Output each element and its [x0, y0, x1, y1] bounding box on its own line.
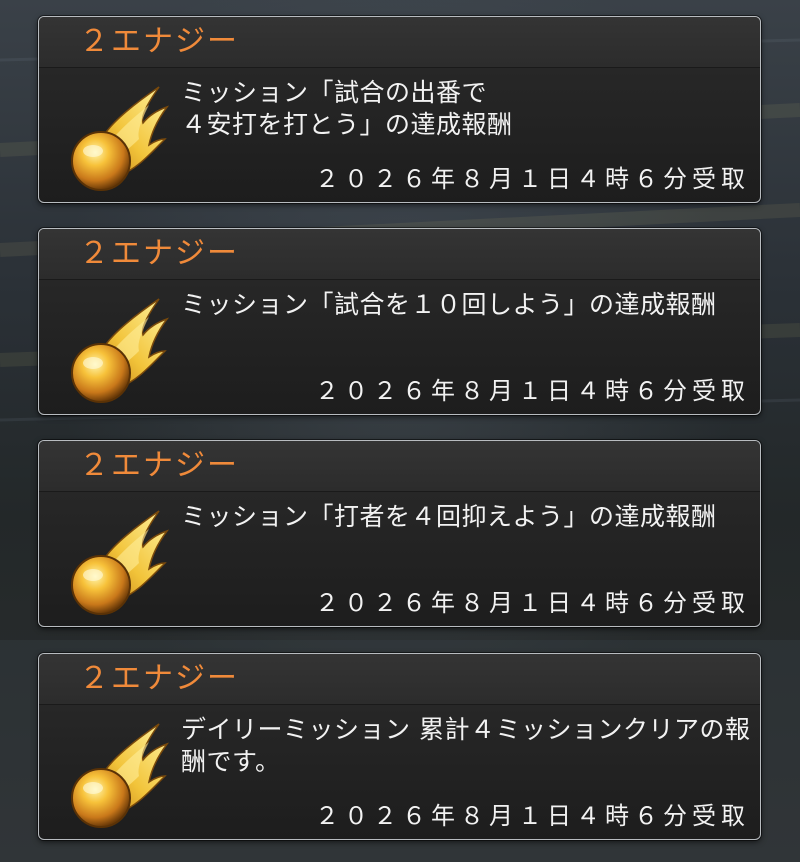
reward-card-header: ２エナジー	[39, 229, 760, 280]
energy-fireball-icon	[61, 720, 173, 832]
reward-card[interactable]: ２エナジー ミッション「打者を４回抑えよう」の達成報酬 ２０２６年８月１日４時６…	[38, 440, 761, 627]
energy-fireball-icon	[61, 83, 173, 195]
reward-description: ミッション「打者を４回抑えよう」の達成報酬	[181, 502, 717, 531]
reward-description: ミッション「試合を１０回しよう」の達成報酬	[181, 290, 717, 319]
energy-fireball-icon	[61, 507, 173, 619]
reward-title: ２エナジー	[79, 24, 239, 59]
reward-description: ミッション「試合の出番で ４安打を打とう」の達成報酬	[181, 78, 513, 139]
reward-card-header: ２エナジー	[39, 654, 760, 705]
energy-fireball-icon	[61, 295, 173, 407]
reward-received-date: ２０２６年８月１日４時６分受取	[315, 377, 750, 405]
reward-received-date: ２０２６年８月１日４時６分受取	[315, 165, 750, 193]
reward-card[interactable]: ２エナジー ミッション「試合の出番で ４安打を打とう」の達成報酬 ２０２６年８月…	[38, 16, 761, 203]
reward-card[interactable]: ２エナジー デイリーミッション 累計４ミッションクリアの報酬です。 ２０２６年８…	[38, 653, 761, 840]
reward-card[interactable]: ２エナジー ミッション「試合を１０回しよう」の達成報酬 ２０２６年８月１日４時６…	[38, 228, 761, 415]
reward-description: デイリーミッション 累計４ミッションクリアの報酬です。	[181, 715, 751, 776]
reward-title: ２エナジー	[79, 661, 239, 696]
reward-title: ２エナジー	[79, 448, 239, 483]
reward-received-date: ２０２６年８月１日４時６分受取	[315, 802, 750, 830]
reward-title: ２エナジー	[79, 236, 239, 271]
reward-received-date: ２０２６年８月１日４時６分受取	[315, 589, 750, 617]
reward-card-header: ２エナジー	[39, 441, 760, 492]
reward-card-header: ２エナジー	[39, 17, 760, 68]
